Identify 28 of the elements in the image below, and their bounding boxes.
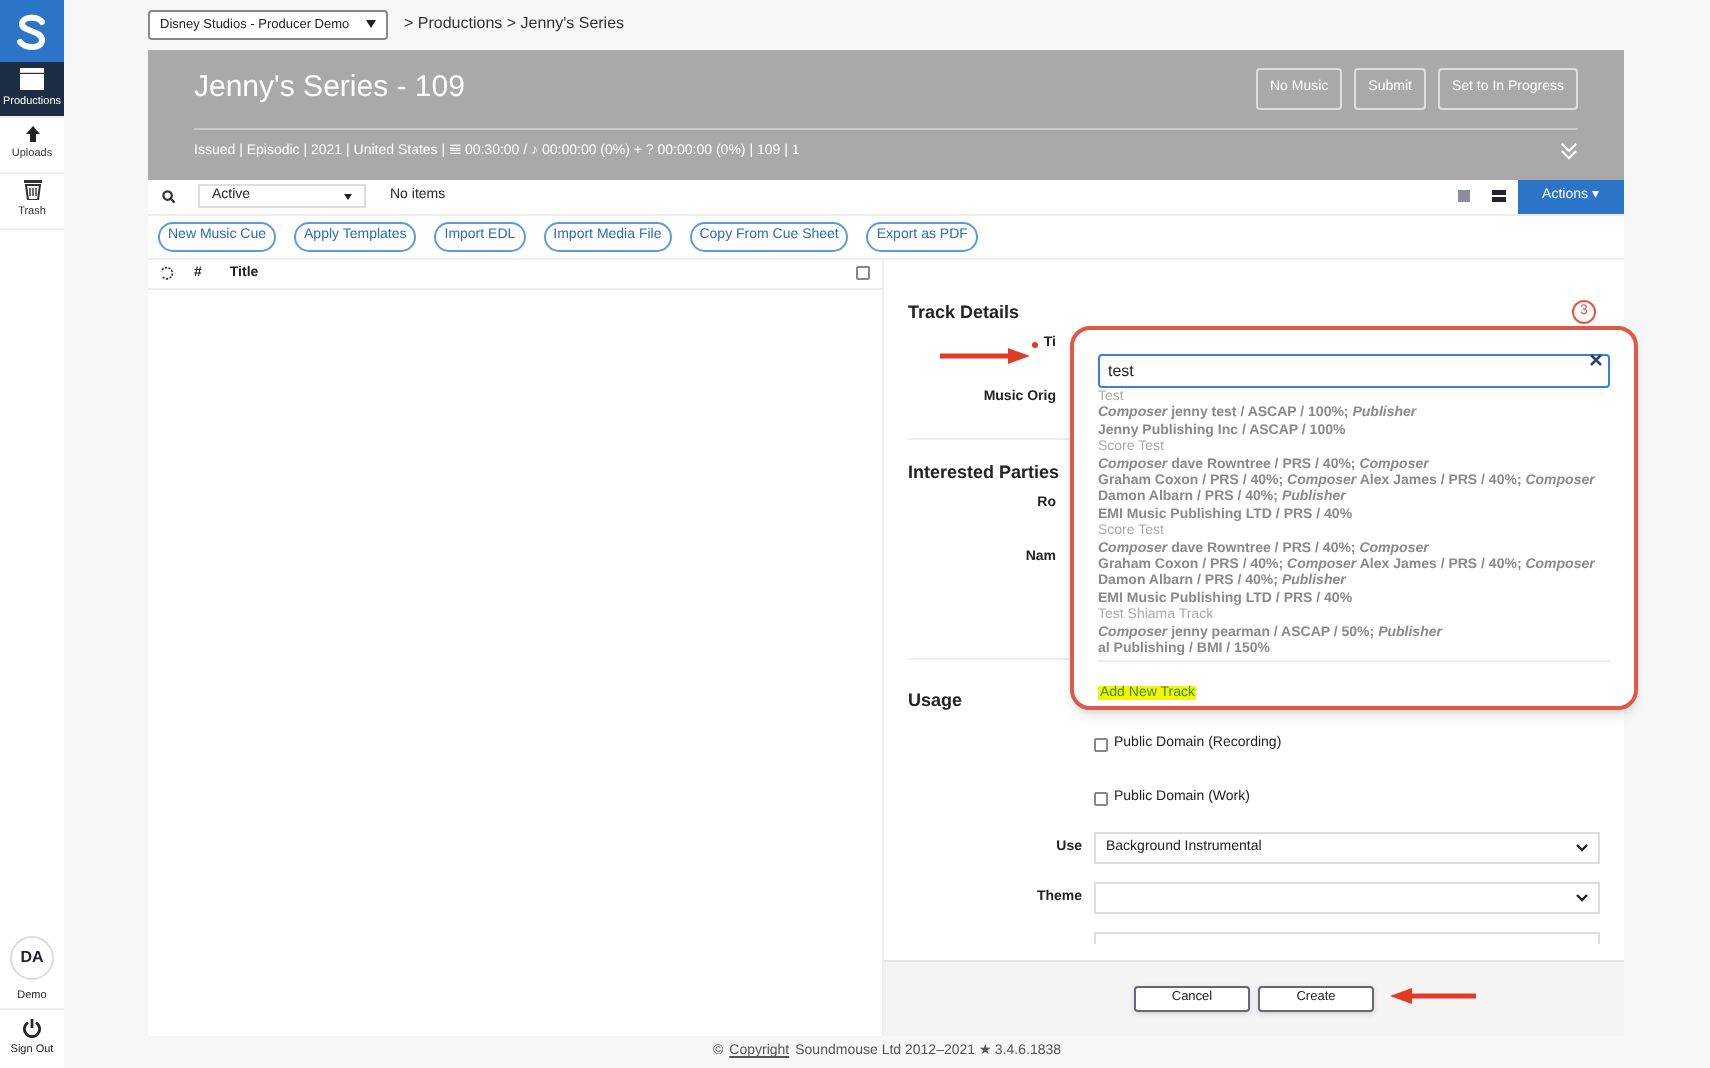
checkbox[interactable] xyxy=(1094,791,1108,806)
select-all-checkbox[interactable] xyxy=(856,266,870,281)
section-heading: Usage xyxy=(908,687,963,714)
dropdown-caret-icon xyxy=(366,20,376,29)
section-heading: Interested Parties xyxy=(908,459,1060,486)
spinner-icon xyxy=(160,266,174,281)
production-title: Jenny's Series - 109 xyxy=(194,68,465,109)
checkbox[interactable] xyxy=(1094,738,1108,753)
power-icon xyxy=(22,1018,42,1039)
dropdown-caret-icon xyxy=(344,193,352,200)
section-heading: Track Details xyxy=(908,299,1020,326)
grid-view-icon[interactable] xyxy=(1458,190,1470,203)
clapperboard-icon xyxy=(20,67,44,90)
list-view-icon[interactable] xyxy=(1492,190,1506,203)
search-field[interactable]: test xyxy=(1098,354,1610,388)
chevron-down-icon xyxy=(1576,844,1588,853)
s-logo-icon xyxy=(16,13,48,49)
trash-icon xyxy=(23,180,41,201)
expand-icon[interactable] xyxy=(1560,142,1578,161)
search-icon[interactable] xyxy=(162,189,176,204)
select-field[interactable] xyxy=(1094,882,1600,915)
pointer-arrow xyxy=(940,348,1030,364)
clear-icon[interactable] xyxy=(1590,354,1602,366)
breadcrumb: > Productions > Jenny's Series xyxy=(404,12,625,37)
upload-arrow-icon xyxy=(25,126,39,143)
pointer-arrow xyxy=(1390,988,1476,1004)
chevron-down-icon xyxy=(1576,894,1588,903)
user-avatar[interactable]: DA xyxy=(10,935,54,980)
